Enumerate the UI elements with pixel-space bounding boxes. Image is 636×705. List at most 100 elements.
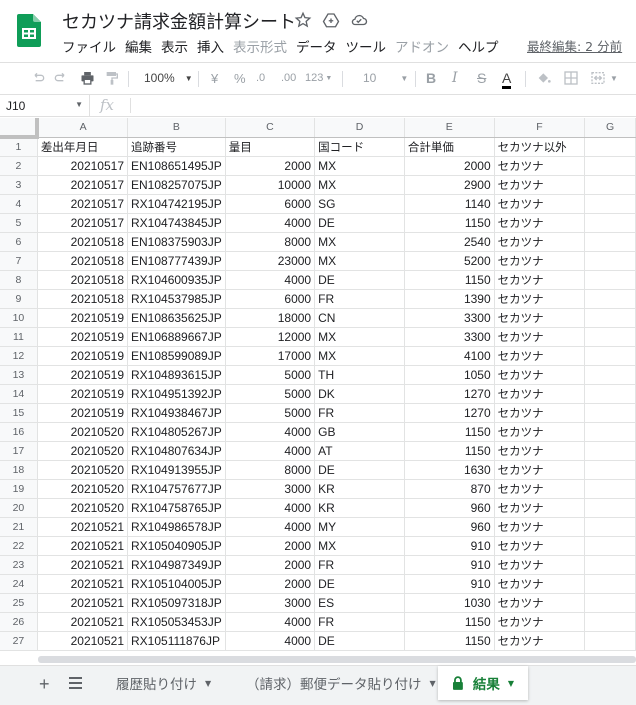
column-header[interactable]: F <box>494 118 586 138</box>
fill-color-icon[interactable] <box>536 69 552 87</box>
decrease-decimal-button[interactable]: .0 <box>256 69 265 87</box>
cell[interactable] <box>584 517 636 537</box>
cell[interactable] <box>584 612 636 632</box>
cell[interactable]: RX104951392JP <box>127 384 226 404</box>
row-header[interactable]: 18 <box>0 460 38 480</box>
cell[interactable]: セカツナ <box>494 156 586 176</box>
cell[interactable]: 6000 <box>225 289 316 309</box>
cell[interactable]: 1270 <box>404 403 495 423</box>
cell[interactable]: 1630 <box>404 460 495 480</box>
cell[interactable]: RX104600935JP <box>127 270 226 290</box>
cell[interactable]: RX105097318JP <box>127 593 226 613</box>
cell[interactable]: 1150 <box>404 631 495 651</box>
row-header[interactable]: 15 <box>0 403 38 423</box>
row-header[interactable]: 24 <box>0 574 38 594</box>
cell[interactable]: 4000 <box>225 517 316 537</box>
cell[interactable]: セカツナ <box>494 517 586 537</box>
cell[interactable] <box>584 384 636 404</box>
cell[interactable] <box>584 137 636 157</box>
cell[interactable]: MY <box>314 517 405 537</box>
italic-button[interactable]: I <box>452 69 458 87</box>
cell[interactable]: 1150 <box>404 213 495 233</box>
cell[interactable]: セカツナ <box>494 213 586 233</box>
zoom-select[interactable]: 100% ▼ <box>144 69 193 87</box>
cloud-status-icon[interactable] <box>350 11 368 29</box>
menu-help[interactable]: ヘルプ <box>458 36 499 56</box>
cell[interactable]: 追跡番号 <box>127 137 226 157</box>
cell[interactable] <box>584 251 636 271</box>
row-header[interactable]: 19 <box>0 479 38 499</box>
cell[interactable]: セカツナ <box>494 365 586 385</box>
menu-edit[interactable]: 編集 <box>125 36 152 56</box>
cell[interactable]: 20210518 <box>37 270 129 290</box>
document-title[interactable]: セカツナ請求金額計算シート <box>62 8 296 34</box>
cell[interactable]: DE <box>314 631 405 651</box>
cell[interactable]: 3000 <box>225 479 316 499</box>
cell[interactable]: RX104893615JP <box>127 365 226 385</box>
row-header[interactable]: 3 <box>0 175 38 195</box>
cell[interactable]: TH <box>314 365 405 385</box>
cell[interactable] <box>584 403 636 423</box>
row-header[interactable]: 4 <box>0 194 38 214</box>
cell[interactable]: 4000 <box>225 441 316 461</box>
cell-table[interactable]: ABCDEFG 1 差出年月日 追跡番号 量目 国コード 合計単価 セカツナ以外 2 20210… <box>0 118 636 651</box>
text-color-button[interactable]: A <box>502 69 512 89</box>
cell[interactable]: 合計単価 <box>404 137 495 157</box>
cell[interactable]: EN108599089JP <box>127 346 226 366</box>
row-header[interactable]: 17 <box>0 441 38 461</box>
cell[interactable]: 2540 <box>404 232 495 252</box>
bold-button[interactable]: B <box>426 69 436 87</box>
print-icon[interactable] <box>79 69 96 87</box>
star-icon[interactable] <box>294 11 312 29</box>
cell[interactable]: 20210519 <box>37 365 129 385</box>
cell[interactable]: MX <box>314 232 405 252</box>
cell[interactable]: FR <box>314 289 405 309</box>
cell[interactable]: FR <box>314 555 405 575</box>
menu-data[interactable]: データ <box>296 36 337 56</box>
cell[interactable]: 4000 <box>225 270 316 290</box>
cell[interactable]: セカツナ <box>494 175 586 195</box>
cell[interactable]: 20210520 <box>37 441 129 461</box>
cell[interactable]: セカツナ <box>494 232 586 252</box>
more-formats-button[interactable]: 123 ▼ <box>305 69 332 87</box>
cell[interactable] <box>584 574 636 594</box>
cell[interactable]: 3300 <box>404 308 495 328</box>
merge-cells-icon[interactable]: ▼ <box>590 69 618 87</box>
cell[interactable]: セカツナ <box>494 460 586 480</box>
formula-input[interactable] <box>136 95 636 116</box>
cell[interactable]: 1140 <box>404 194 495 214</box>
cell[interactable]: KR <box>314 479 405 499</box>
row-header[interactable]: 9 <box>0 289 38 309</box>
cell[interactable] <box>584 422 636 442</box>
cell[interactable] <box>584 536 636 556</box>
cell[interactable]: EN108375903JP <box>127 232 226 252</box>
cell[interactable]: CN <box>314 308 405 328</box>
menu-format[interactable]: 表示形式 <box>233 36 287 56</box>
menu-file[interactable]: ファイル <box>62 36 116 56</box>
cell[interactable]: 870 <box>404 479 495 499</box>
cell[interactable]: RX104743845JP <box>127 213 226 233</box>
cell[interactable]: DE <box>314 460 405 480</box>
cell[interactable]: EN108257075JP <box>127 175 226 195</box>
cell[interactable]: 1150 <box>404 422 495 442</box>
strikethrough-button[interactable]: S <box>477 69 486 87</box>
row-header[interactable]: 1 <box>0 137 38 157</box>
cell[interactable]: 12000 <box>225 327 316 347</box>
cell[interactable]: 20210520 <box>37 479 129 499</box>
cell[interactable]: 4000 <box>225 631 316 651</box>
cell[interactable]: セカツナ <box>494 403 586 423</box>
cell[interactable]: 国コード <box>314 137 405 157</box>
percent-format-button[interactable]: % <box>234 69 246 87</box>
cell[interactable]: EN108651495JP <box>127 156 226 176</box>
row-header[interactable]: 23 <box>0 555 38 575</box>
row-header[interactable]: 2 <box>0 156 38 176</box>
cell[interactable]: 20210521 <box>37 517 129 537</box>
cell[interactable]: 8000 <box>225 460 316 480</box>
cell[interactable]: 20210519 <box>37 327 129 347</box>
cell[interactable]: 20210518 <box>37 251 129 271</box>
row-header[interactable]: 27 <box>0 631 38 651</box>
cell[interactable]: セカツナ <box>494 536 586 556</box>
row-header[interactable]: 12 <box>0 346 38 366</box>
menu-tools[interactable]: ツール <box>346 36 387 56</box>
cell[interactable] <box>584 194 636 214</box>
